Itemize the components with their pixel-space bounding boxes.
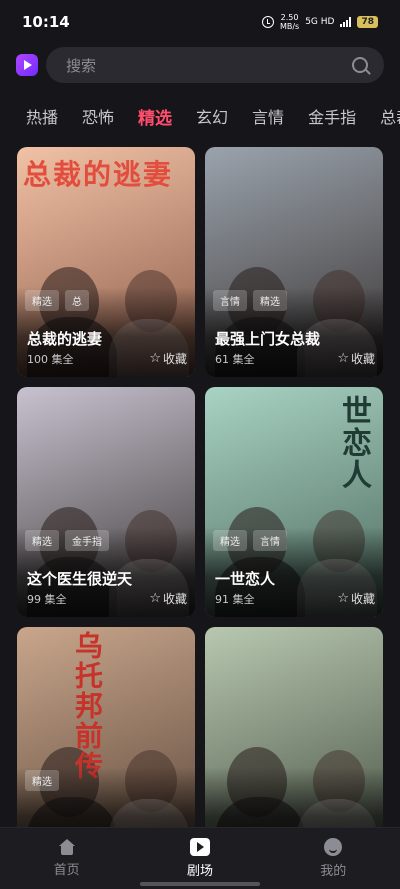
home-icon: [58, 839, 76, 855]
poster-title-art: 乌托邦前传: [71, 631, 104, 781]
category-tabs: 热播恐怖精选玄幻言情金手指总裁: [0, 96, 400, 136]
genre-tag: 精选: [25, 290, 59, 311]
search-row: 搜索: [16, 46, 384, 84]
card-tags: 精选: [25, 770, 59, 791]
status-time: 10:14: [22, 13, 70, 31]
collect-label: 收藏: [350, 352, 375, 366]
episode-count: 91 集全: [215, 593, 255, 606]
home-indicator: [140, 882, 260, 886]
collect-button[interactable]: ☆ 收藏: [149, 350, 187, 367]
network-speed: 2.50 MB/s: [279, 13, 300, 31]
status-bar: 10:14 2.50 MB/s 5G HD 78: [0, 0, 400, 44]
status-indicators: 2.50 MB/s 5G HD 78: [261, 13, 378, 31]
episode-count: 99 集全: [27, 593, 67, 606]
signal-icon: [340, 17, 352, 27]
genre-tag: 精选: [25, 530, 59, 551]
alarm-icon: [261, 16, 274, 28]
drama-card[interactable]: 乌托邦前传精选乌托邦前传: [17, 627, 195, 857]
drama-card[interactable]: 精选 金手指这个医生很逆天 99 集全 ☆ 收藏: [17, 387, 195, 617]
nav-label: 剧场: [186, 864, 213, 879]
drama-card[interactable]: 言情 精选最强上门女总裁 61 集全 ☆ 收藏: [205, 147, 383, 377]
card-tags: 言情 精选: [213, 290, 287, 311]
drama-title: 最强上门女总裁: [215, 330, 321, 348]
genre-tag: 精选: [213, 530, 247, 551]
tab-6[interactable]: 总裁: [380, 104, 400, 128]
drama-title: 这个医生很逆天: [27, 570, 133, 588]
genre-tag: 言情: [213, 290, 247, 311]
genre-tag: 金手指: [65, 530, 109, 551]
card-tags: 精选总: [25, 290, 89, 311]
episode-count: 100 集全: [27, 353, 74, 366]
card-tags: 精选 言情: [213, 530, 287, 551]
tab-4[interactable]: 言情: [252, 104, 284, 128]
search-input[interactable]: 搜索: [46, 47, 384, 83]
drama-title: 总裁的逃妻: [27, 330, 103, 348]
poster-title-art: 世恋人: [336, 395, 371, 491]
drama-card[interactable]: 总裁的逃妻 精选总总裁的逃妻 100 集全 ☆ 收藏: [17, 147, 195, 377]
nav-item-1[interactable]: 剧场: [160, 838, 240, 879]
genre-tag: 精选: [25, 770, 59, 791]
collect-button[interactable]: ☆ 收藏: [149, 590, 187, 607]
collect-label: 收藏: [162, 592, 187, 606]
star-icon: ☆: [149, 351, 161, 366]
star-icon: ☆: [337, 351, 349, 366]
collect-button[interactable]: ☆ 收藏: [337, 350, 375, 367]
genre-tag: 总: [65, 290, 89, 311]
drama-card[interactable]: 我的保镖很能打: [205, 627, 383, 857]
tab-1[interactable]: 恐怖: [82, 104, 114, 128]
collect-label: 收藏: [162, 352, 187, 366]
theater-icon: [189, 838, 210, 856]
genre-tag: 言情: [253, 530, 287, 551]
search-placeholder: 搜索: [66, 56, 97, 75]
tab-3[interactable]: 玄幻: [196, 104, 228, 128]
nav-item-2[interactable]: 我的: [293, 838, 373, 879]
tab-5[interactable]: 金手指: [308, 104, 356, 128]
collect-label: 收藏: [350, 592, 375, 606]
nav-label: 首页: [53, 863, 80, 878]
tab-0[interactable]: 热播: [26, 104, 58, 128]
card-tags: 精选 金手指: [25, 530, 109, 551]
drama-card[interactable]: 世恋人精选 言情一世恋人 91 集全 ☆ 收藏: [205, 387, 383, 617]
search-icon[interactable]: [352, 57, 368, 73]
network-type: 5G HD: [305, 17, 335, 27]
genre-tag: 精选: [253, 290, 287, 311]
drama-title: 一世恋人: [215, 570, 276, 588]
battery-indicator: 78: [357, 16, 378, 28]
star-icon: ☆: [337, 591, 349, 606]
collect-button[interactable]: ☆ 收藏: [337, 590, 375, 607]
drama-grid: 总裁的逃妻 精选总总裁的逃妻 100 集全 ☆ 收藏 言情 精选 最强上门女总裁 61 集全 ☆ 收…: [17, 147, 383, 857]
star-icon: ☆: [149, 591, 161, 606]
nav-label: 我的: [320, 864, 347, 879]
bottom-nav: 首页 剧场 我的: [0, 827, 400, 889]
app-logo-icon[interactable]: [16, 54, 38, 76]
poster-title-art: 总裁的逃妻: [23, 158, 174, 191]
profile-icon: [324, 838, 343, 856]
nav-item-0[interactable]: 首页: [27, 839, 107, 878]
tab-2[interactable]: 精选: [138, 104, 172, 129]
episode-count: 61 集全: [215, 353, 255, 366]
